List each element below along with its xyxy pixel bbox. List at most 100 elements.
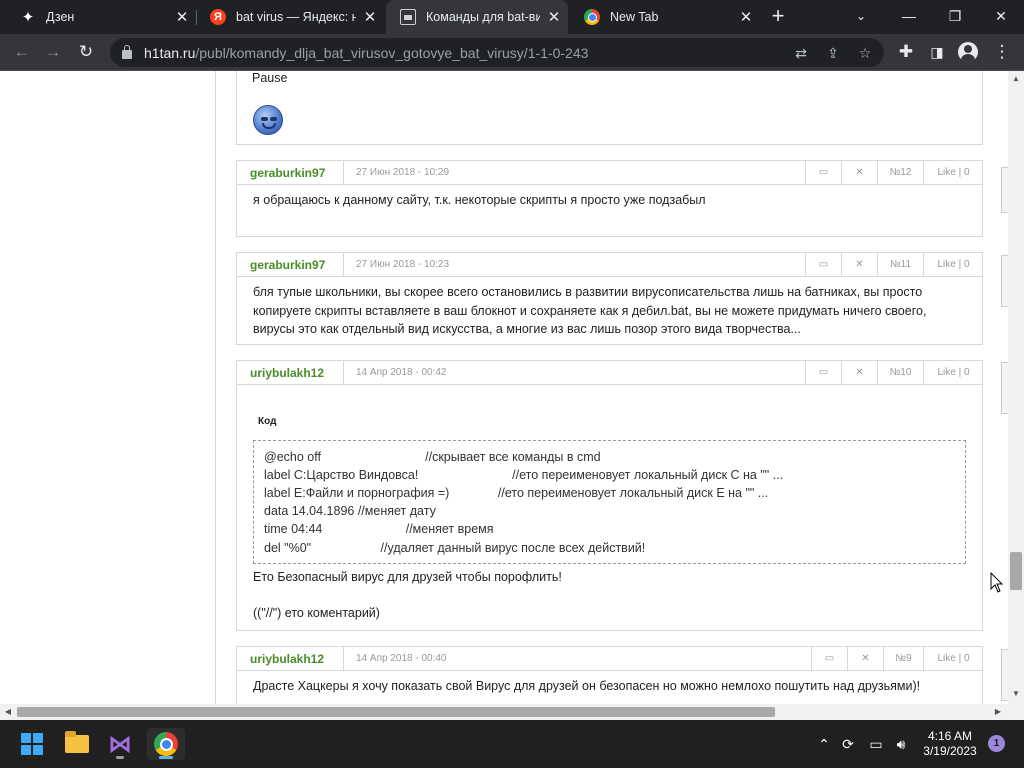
previous-comment-text: Pause (252, 71, 288, 85)
comment-header: uriybulakh12 14 Апр 2018 - 00:40 ▭ ✕ №9 … (237, 647, 982, 671)
yandex-icon: Я (210, 9, 226, 25)
scroll-down-icon[interactable]: ▼ (1008, 689, 1024, 698)
chrome-icon (154, 732, 178, 756)
lock-icon[interactable] (122, 45, 132, 59)
chevron-up-icon[interactable]: ⌃ (815, 734, 833, 754)
scroll-right-icon[interactable]: ▶ (990, 707, 1006, 716)
back-button[interactable]: ← (9, 39, 35, 65)
translate-icon[interactable]: ⇄ (790, 42, 812, 64)
notification-badge[interactable]: 1 (988, 735, 1005, 752)
scrollbar-corner (1008, 704, 1024, 720)
comment-text: бля тупые школьники, вы скорее всего ост… (253, 285, 927, 336)
comment-date: 27 Июн 2018 - 10:29 (343, 161, 449, 184)
tab-active[interactable]: Команды для bat-виру ✕ (386, 0, 568, 34)
scroll-up-icon[interactable]: ▲ (1008, 74, 1024, 83)
visual-studio-button[interactable]: ⋈ (104, 728, 136, 760)
like-button[interactable]: Like | 0 (923, 253, 983, 276)
folder-icon (65, 731, 89, 753)
smiley-icon (253, 105, 283, 135)
reply-icon[interactable]: ▭ (811, 647, 847, 670)
code-line: data 14.04.1896 //меняет дату (264, 504, 436, 519)
comment-author[interactable]: uriybulakh12 (250, 366, 324, 380)
url-text[interactable]: h1tan.ru/publ/komandy_dlja_bat_virusov_g… (144, 45, 588, 61)
comment-text: я обращаюсь к данному сайту, т.к. некото… (253, 193, 706, 207)
code-label: Код (258, 416, 277, 427)
comment: geraburkin97 27 Июн 2018 - 10:23 ▭ ✕ №11… (236, 252, 983, 345)
restore-button[interactable]: ❐ (932, 0, 978, 34)
code-line: del "%0" //удаляет данный вирус после вс… (264, 540, 646, 555)
reply-icon[interactable]: ▭ (805, 361, 841, 384)
comment-author[interactable]: uriybulakh12 (250, 652, 324, 666)
like-button[interactable]: Like | 0 (923, 647, 983, 670)
vertical-scrollbar[interactable]: ▲ ▼ (1008, 71, 1024, 704)
comment-number[interactable]: №10 (877, 361, 923, 384)
comment-author[interactable]: geraburkin97 (250, 166, 325, 180)
taskbar: ⋈ ⌃ ⟳ ▭ 🔊︎ 4:16 AM 3/19/2023 1 (0, 720, 1024, 768)
close-icon[interactable]: ✕ (356, 8, 384, 26)
clock[interactable]: 4:16 AM 3/19/2023 (917, 729, 983, 759)
menu-icon[interactable]: ⋮ (989, 39, 1015, 65)
horizontal-scrollbar[interactable]: ◀ ▶ (0, 704, 1008, 720)
file-explorer-button[interactable] (61, 728, 93, 760)
address-bar[interactable]: h1tan.ru/publ/komandy_dlja_bat_virusov_g… (110, 38, 884, 67)
scroll-thumb[interactable] (17, 707, 775, 717)
forward-button[interactable]: → (40, 39, 66, 65)
clock-time: 4:16 AM (927, 729, 973, 743)
reload-button[interactable]: ↻ (73, 39, 99, 65)
comment-number[interactable]: №11 (877, 253, 923, 276)
close-icon[interactable]: ✕ (540, 8, 568, 26)
tab-new-tab[interactable]: New Tab ✕ (570, 0, 760, 34)
tab-yandex[interactable]: Я bat virus — Яндекс: на ✕ (196, 0, 384, 34)
tab-search-icon[interactable]: ⌄ (838, 0, 884, 34)
comment-number[interactable]: №9 (883, 647, 923, 670)
side-panel-icon[interactable]: ◨ (924, 39, 950, 65)
comment-author[interactable]: geraburkin97 (250, 258, 325, 272)
chrome-taskbar-button[interactable] (147, 728, 185, 760)
page-icon (400, 9, 416, 25)
visual-studio-icon: ⋈ (108, 730, 132, 758)
comment-date: 14 Апр 2018 - 00:42 (343, 361, 446, 384)
comment-date: 27 Июн 2018 - 10:23 (343, 253, 449, 276)
bookmark-star-icon[interactable]: ☆ (854, 42, 876, 64)
delete-icon[interactable]: ✕ (841, 361, 877, 384)
extensions-icon[interactable]: ✚ (893, 39, 919, 65)
mouse-cursor-icon (990, 572, 1004, 593)
clock-date: 3/19/2023 (923, 744, 977, 758)
delete-icon[interactable]: ✕ (847, 647, 883, 670)
comment-text: Драсте Хацкеры я хочу показать свой Виру… (253, 679, 921, 693)
comment: uriybulakh12 14 Апр 2018 - 00:42 ▭ ✕ №10… (236, 360, 983, 631)
sidebar-edge (1001, 255, 1008, 307)
new-tab-button[interactable]: + (764, 0, 792, 34)
close-icon[interactable]: ✕ (168, 8, 196, 26)
volume-icon[interactable]: 🔊︎ (891, 734, 911, 754)
page-viewport: Pause geraburkin97 27 Июн 2018 - 10:29 ▭… (0, 71, 1008, 704)
tab-dzen[interactable]: ✦ Дзен ✕ (6, 0, 196, 34)
like-button[interactable]: Like | 0 (923, 161, 983, 184)
comment-header: geraburkin97 27 Июн 2018 - 10:29 ▭ ✕ №12… (237, 161, 982, 185)
start-button[interactable] (16, 728, 48, 760)
delete-icon[interactable]: ✕ (841, 161, 877, 184)
scroll-left-icon[interactable]: ◀ (0, 707, 16, 716)
code-line: label C:Царство Виндовса! //ето переимен… (264, 467, 784, 482)
tab-strip: ✦ Дзен ✕ Я bat virus — Яндекс: на ✕ Кома… (0, 0, 1024, 34)
reply-icon[interactable]: ▭ (805, 161, 841, 184)
sidebar-edge (1001, 362, 1008, 414)
code-block[interactable]: @echo off //скрывает все команды в cmd la… (253, 439, 966, 564)
comment-date: 14 Апр 2018 - 00:40 (343, 647, 446, 670)
scroll-thumb[interactable] (1010, 552, 1022, 590)
close-icon[interactable]: ✕ (732, 8, 760, 26)
comment-note: (("//") ето коментарий) (253, 606, 380, 621)
like-button[interactable]: Like | 0 (923, 361, 983, 384)
comment-number[interactable]: №12 (877, 161, 923, 184)
sidebar-edge (1001, 649, 1008, 701)
comment-header: geraburkin97 27 Июн 2018 - 10:23 ▭ ✕ №11… (237, 253, 982, 277)
close-window-button[interactable]: ✕ (978, 0, 1024, 34)
display-icon[interactable]: ▭ (866, 734, 886, 754)
reply-icon[interactable]: ▭ (805, 253, 841, 276)
minimize-button[interactable]: — (886, 0, 932, 34)
share-icon[interactable]: ⇪ (822, 42, 844, 64)
comment: uriybulakh12 14 Апр 2018 - 00:40 ▭ ✕ №9 … (236, 646, 983, 704)
sync-icon[interactable]: ⟳ (838, 734, 858, 754)
profile-avatar-icon[interactable] (958, 42, 978, 62)
delete-icon[interactable]: ✕ (841, 253, 877, 276)
